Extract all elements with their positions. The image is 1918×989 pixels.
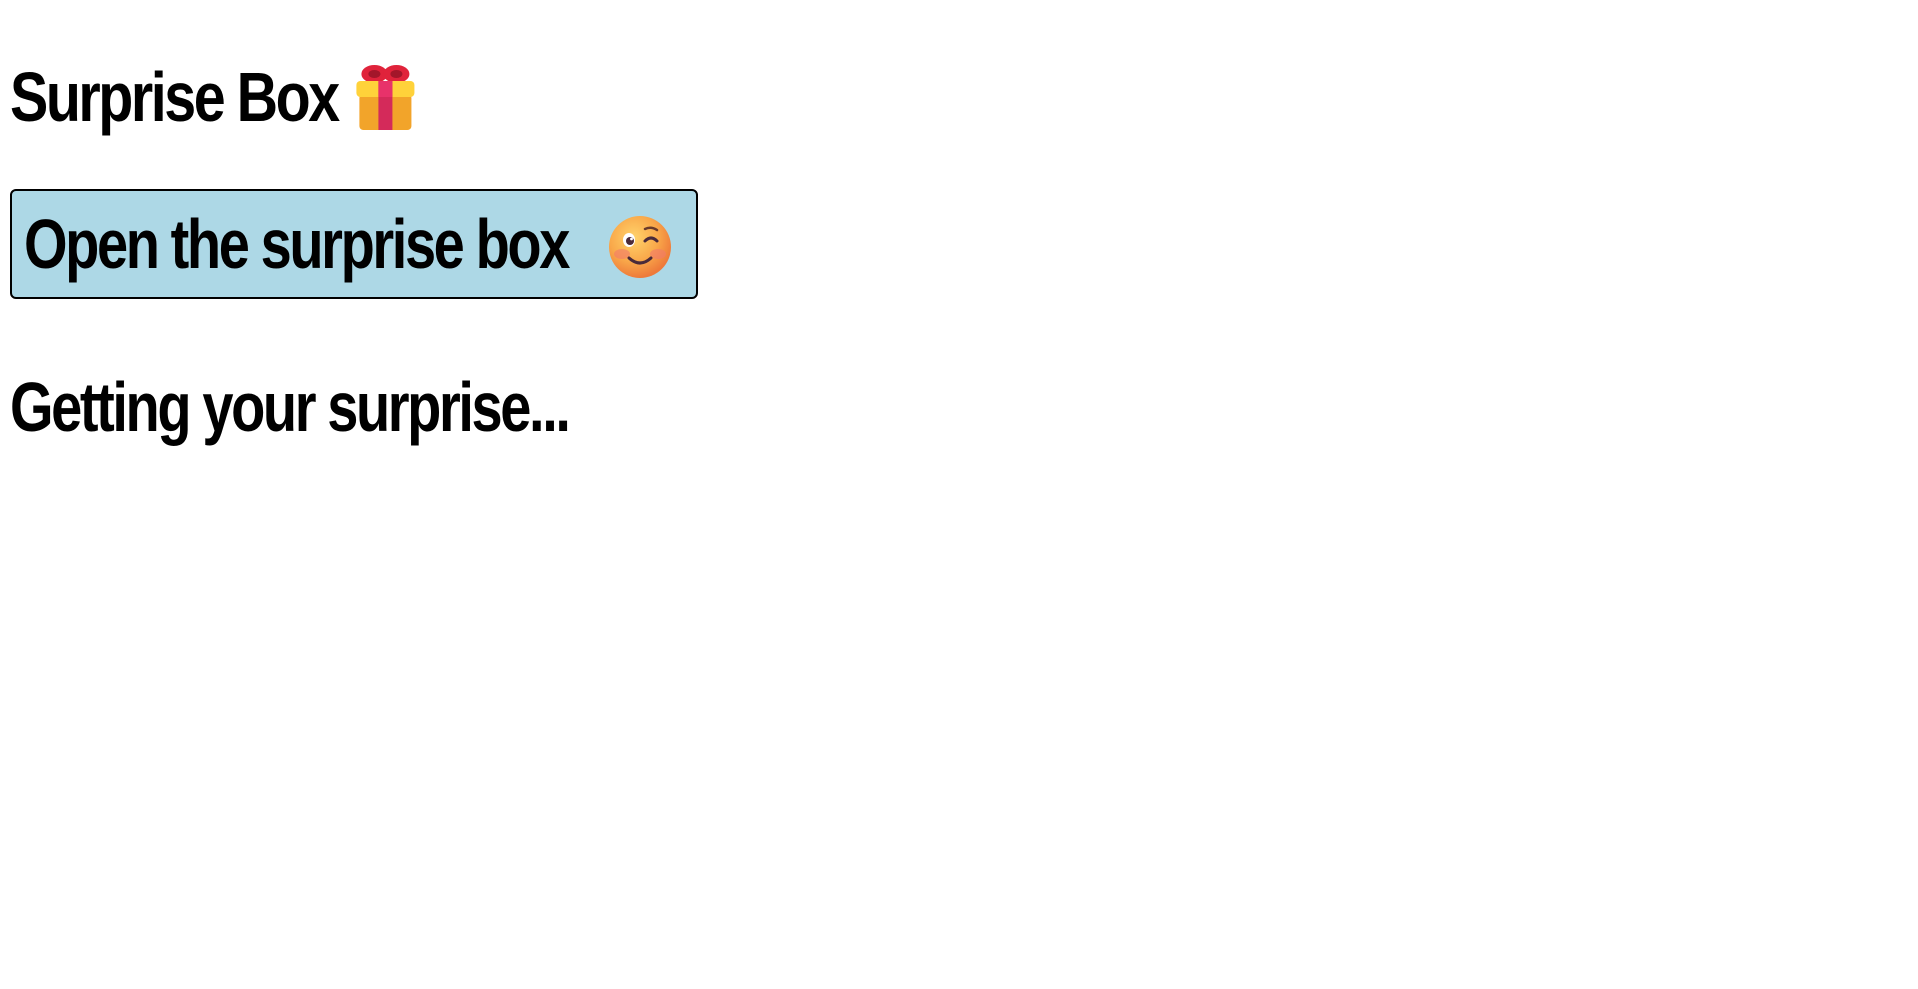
page-title-text: Surprise Box — [10, 58, 340, 136]
gift-icon — [354, 63, 416, 131]
page-title: Surprise Box — [10, 52, 415, 142]
status-text: Getting your surprise... — [10, 368, 571, 446]
page: Surprise Box Open the surprise box Getti… — [0, 0, 1918, 989]
open-surprise-box-button[interactable]: Open the surprise box — [10, 189, 698, 299]
winking-face-icon — [607, 214, 673, 280]
open-button-label: Open the surprise box — [24, 205, 570, 283]
